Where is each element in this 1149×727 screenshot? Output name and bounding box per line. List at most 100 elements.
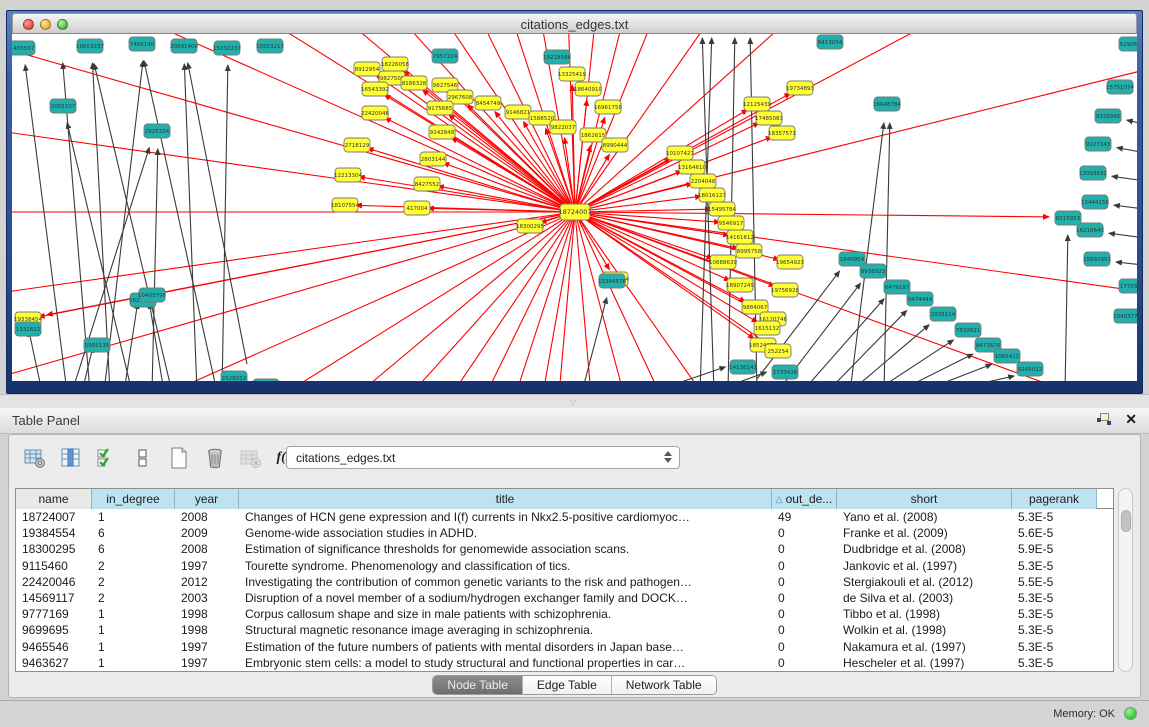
- table-cell[interactable]: Genome-wide association studies in ADHD.: [239, 525, 772, 541]
- table-cell[interactable]: 6: [92, 525, 175, 541]
- graph-node[interactable]: 2803144: [420, 152, 446, 166]
- table-cell[interactable]: 2: [92, 590, 175, 606]
- table-cell[interactable]: 5.9E-5: [1012, 541, 1097, 557]
- table-cell[interactable]: Tourette syndrome. Phenomenology and cla…: [239, 558, 772, 574]
- table-cell[interactable]: 9115460: [16, 558, 92, 574]
- table-cell[interactable]: 5.3E-5: [1012, 606, 1097, 622]
- delete-table-icon[interactable]: [239, 446, 263, 470]
- graph-node[interactable]: 7466140: [129, 37, 155, 51]
- graph-node[interactable]: 1640954: [839, 252, 865, 266]
- graph-node[interactable]: 9474444: [907, 292, 933, 306]
- graph-node[interactable]: 8413054: [817, 35, 843, 49]
- table-row[interactable]: 946362711997Embryonic stem cells: a mode…: [16, 655, 1113, 671]
- table-cell[interactable]: 2009: [175, 525, 239, 541]
- graph-node[interactable]: 19218586: [543, 50, 571, 64]
- graph-node[interactable]: 10553217: [256, 39, 284, 53]
- select-all-columns-icon[interactable]: [95, 446, 119, 470]
- create-column-icon[interactable]: [167, 446, 191, 470]
- table-row[interactable]: 1830029562008Estimation of significance …: [16, 541, 1113, 557]
- table-cell[interactable]: 1: [92, 622, 175, 638]
- table-cell[interactable]: 5.3E-5: [1012, 655, 1097, 671]
- graph-node[interactable]: 2935114: [930, 307, 956, 321]
- graph-node[interactable]: 2526052: [221, 371, 247, 381]
- graph-node[interactable]: 17485083: [755, 111, 783, 125]
- close-panel-icon[interactable]: ✕: [1125, 413, 1137, 426]
- table-cell[interactable]: 0: [772, 558, 837, 574]
- graph-node[interactable]: 1770365: [1119, 279, 1137, 293]
- table-row[interactable]: 1938455462009Genome-wide association stu…: [16, 525, 1113, 541]
- show-columns-icon[interactable]: [59, 446, 83, 470]
- graph-node[interactable]: 8186328: [401, 76, 427, 90]
- splitter-grip-icon[interactable]: [569, 399, 578, 405]
- table-vertical-scrollbar[interactable]: [1118, 488, 1133, 672]
- graph-node[interactable]: 12093832: [1079, 166, 1107, 180]
- table-cell[interactable]: Yano et al. (2008): [837, 509, 1012, 525]
- graph-node[interactable]: 18907249: [726, 278, 754, 292]
- table-cell[interactable]: 9465546: [16, 639, 92, 655]
- graph-node[interactable]: 9146821: [505, 105, 531, 119]
- table-cell[interactable]: Corpus callosum shape and size in male p…: [239, 606, 772, 622]
- table-cell[interactable]: Dudbridge et al. (2008): [837, 541, 1012, 557]
- table-cell[interactable]: 9699695: [16, 622, 92, 638]
- graph-node[interactable]: 16210643: [1076, 223, 1104, 237]
- table-row[interactable]: 946554611997Estimation of the future num…: [16, 639, 1113, 655]
- table-cell[interactable]: 1997: [175, 639, 239, 655]
- graph-node[interactable]: 10653237: [76, 39, 104, 53]
- graph-node[interactable]: 2055107: [50, 99, 76, 113]
- table-cell[interactable]: Jankovic et al. (1997): [837, 558, 1012, 574]
- graph-node[interactable]: 8938923: [860, 264, 886, 278]
- graph-node[interactable]: 9242848: [429, 125, 455, 139]
- table-cell[interactable]: 5.3E-5: [1012, 622, 1097, 638]
- graph-node[interactable]: 18226058: [381, 57, 409, 71]
- graph-node[interactable]: 18300295: [516, 219, 544, 233]
- graph-node[interactable]: 14136141: [729, 360, 757, 374]
- table-cell[interactable]: Hescheler et al. (1997): [837, 655, 1012, 671]
- graph-node[interactable]: 2925334: [144, 124, 170, 138]
- table-cell[interactable]: 19384554: [16, 525, 92, 541]
- table-cell[interactable]: 0: [772, 525, 837, 541]
- table-cell[interactable]: 5.3E-5: [1012, 509, 1097, 525]
- graph-node[interactable]: 18724007: [558, 204, 591, 220]
- network-window-titlebar[interactable]: citations_edges.txt: [12, 13, 1137, 34]
- table-cell[interactable]: Embryonic stem cells: a model to study s…: [239, 655, 772, 671]
- table-cell[interactable]: Nakamura et al. (1997): [837, 639, 1012, 655]
- graph-node[interactable]: 1733426: [772, 365, 798, 379]
- graph-node[interactable]: 1615132: [754, 321, 780, 335]
- graph-node[interactable]: 19654923: [776, 255, 804, 269]
- column-header-year[interactable]: year: [175, 489, 239, 509]
- table-row[interactable]: 911546021997Tourette syndrome. Phenomeno…: [16, 558, 1113, 574]
- table-row[interactable]: 1872400712008Changes of HCN gene express…: [16, 509, 1113, 525]
- table-cell[interactable]: 0: [772, 655, 837, 671]
- graph-node[interactable]: 8427552: [414, 177, 440, 191]
- unselect-all-columns-icon[interactable]: [131, 446, 155, 470]
- graph-node[interactable]: 7832621: [955, 323, 981, 337]
- graph-node[interactable]: 9175685: [427, 101, 453, 115]
- graph-node[interactable]: 8990444: [602, 138, 628, 152]
- graph-node[interactable]: 15692951: [1083, 252, 1111, 266]
- table-cell[interactable]: 2008: [175, 541, 239, 557]
- graph-node[interactable]: 8860128: [253, 379, 279, 381]
- network-view-window[interactable]: citations_edges.txt 18226058891295498275…: [6, 10, 1143, 394]
- table-cell[interactable]: Investigating the contribution of common…: [239, 574, 772, 590]
- table-cell[interactable]: 1997: [175, 558, 239, 574]
- graph-node[interactable]: 19756928: [771, 283, 799, 297]
- graph-node[interactable]: 18357571: [768, 126, 796, 140]
- table-cell[interactable]: 1: [92, 509, 175, 525]
- table-selector-dropdown[interactable]: citations_edges.txt: [286, 446, 680, 469]
- table-cell[interactable]: 6: [92, 541, 175, 557]
- table-row[interactable]: 977716911998Corpus callosum shape and si…: [16, 606, 1113, 622]
- graph-node[interactable]: 6479197: [884, 280, 910, 294]
- graph-node[interactable]: 8912954: [354, 62, 380, 76]
- table-cell[interactable]: 5.3E-5: [1012, 590, 1097, 606]
- table-cell[interactable]: 1997: [175, 655, 239, 671]
- graph-node[interactable]: 1403557: [12, 41, 35, 55]
- table-cell[interactable]: 2012: [175, 574, 239, 590]
- node-table[interactable]: namein_degreeyeartitle△out_de...shortpag…: [15, 488, 1114, 672]
- table-cell[interactable]: 1: [92, 655, 175, 671]
- graph-node[interactable]: 5905135: [84, 338, 110, 352]
- table-cell[interactable]: 5.6E-5: [1012, 525, 1097, 541]
- table-cell[interactable]: Wolkin et al. (1998): [837, 622, 1012, 638]
- table-cell[interactable]: 0: [772, 590, 837, 606]
- tab-network-table[interactable]: Network Table: [612, 676, 716, 694]
- graph-node[interactable]: 13325419: [558, 67, 586, 81]
